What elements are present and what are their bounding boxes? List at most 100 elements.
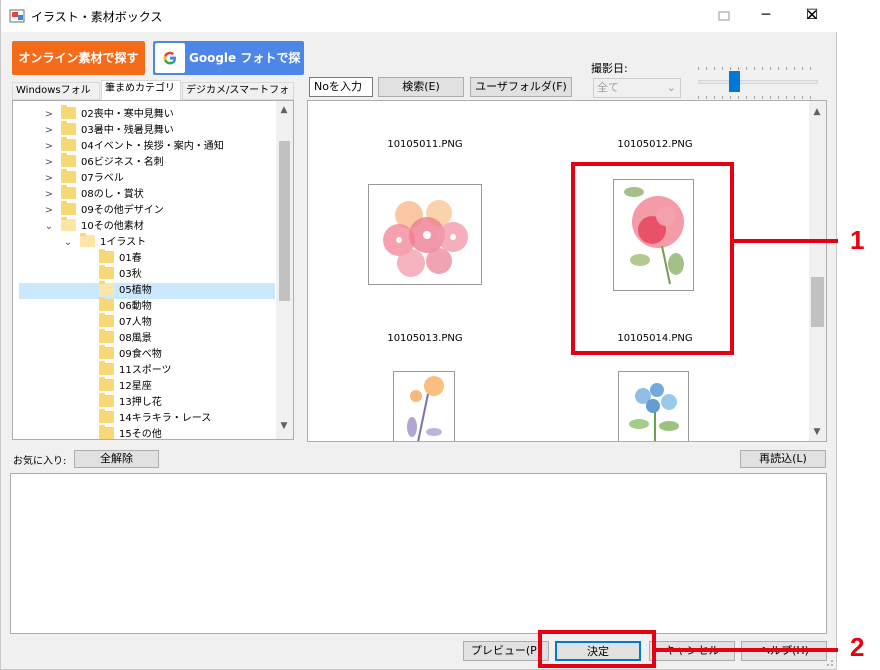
tree-item[interactable]: 03秋	[99, 265, 142, 283]
image-thumbnail[interactable]	[393, 371, 455, 441]
tree-item[interactable]: 15その他	[99, 425, 162, 439]
folder-icon	[99, 265, 114, 279]
tree-item[interactable]: 09食べ物	[99, 345, 162, 363]
tree-scroll-thumb[interactable]	[279, 141, 290, 301]
folder-icon	[61, 169, 76, 183]
date-select-value: 全て	[597, 81, 619, 94]
highlight-box-1	[571, 162, 734, 355]
app-icon	[9, 9, 25, 23]
scroll-down-icon[interactable]: ▼	[809, 427, 825, 437]
tree-item[interactable]: >07ラベル	[43, 169, 124, 187]
slider-ticks-top	[698, 67, 818, 70]
image-thumbnail[interactable]	[368, 184, 482, 285]
reload-button[interactable]: 再読込(L)	[740, 450, 826, 468]
highlight-box-2	[538, 630, 656, 668]
google-photos-button[interactable]: Google フォトで探す	[153, 41, 304, 99]
folder-icon	[99, 409, 114, 423]
tree-item[interactable]: 08風景	[99, 329, 152, 347]
callout-line-2	[656, 648, 838, 652]
window-title: イラスト・素材ボックス	[31, 10, 163, 24]
preview-button[interactable]: プレビュー(P)	[463, 641, 549, 661]
chevron-down-icon[interactable]: ⌄	[62, 235, 74, 251]
system-menu-icon[interactable]	[701, 0, 747, 32]
callout-number-1: 1	[850, 225, 865, 255]
tab-windows-folder[interactable]: Windowsフォルダ	[12, 82, 100, 112]
callout-line-1	[734, 239, 838, 243]
folder-icon	[99, 425, 114, 439]
tab-fudemame-category[interactable]: 筆まめカテゴリ	[101, 80, 181, 101]
image-filename: 10105013.PNG	[387, 333, 463, 344]
tree-item[interactable]: 14キラキラ・レース	[99, 409, 211, 427]
image-filename: 10105012.PNG	[617, 139, 693, 150]
image-filename: 10105011.PNG	[387, 139, 463, 150]
slider-ticks-bottom	[698, 96, 818, 99]
clear-all-button[interactable]: 全解除	[74, 450, 159, 468]
folder-open-icon	[61, 217, 76, 231]
size-slider-thumb[interactable]	[729, 71, 740, 92]
scroll-up-icon[interactable]: ▲	[809, 107, 825, 117]
search-button[interactable]: 検索(E)	[378, 77, 464, 97]
resize-grip-icon[interactable]	[824, 657, 834, 667]
date-label: 撮影日:	[591, 62, 628, 75]
folder-icon	[61, 153, 76, 167]
pink-flowers-image	[383, 200, 468, 277]
folder-icon	[99, 313, 114, 327]
chevron-right-icon[interactable]: >	[43, 187, 55, 203]
online-material-button[interactable]: オンライン素材で探す	[12, 41, 145, 75]
chevron-right-icon[interactable]: >	[43, 139, 55, 155]
chevron-down-icon[interactable]: ⌄	[43, 219, 55, 235]
chevron-right-icon[interactable]: >	[43, 107, 55, 123]
number-input[interactable]: Noを入力	[309, 77, 373, 97]
scroll-up-icon[interactable]: ▲	[276, 105, 292, 115]
chevron-down-icon: ⌄	[666, 81, 676, 94]
image-scrollbar[interactable]: ▲ ▼	[809, 101, 826, 441]
folder-icon	[99, 393, 114, 407]
orange-flower-image	[407, 376, 444, 441]
chevron-right-icon[interactable]: >	[43, 203, 55, 219]
scroll-down-icon[interactable]: ▼	[276, 421, 292, 431]
date-select[interactable]: 全て ⌄	[593, 78, 681, 98]
tree-item[interactable]: 07人物	[99, 313, 152, 331]
chevron-right-icon[interactable]: >	[43, 171, 55, 187]
tree-item[interactable]: >08のし・賞状	[43, 185, 144, 203]
tree-scrollbar[interactable]: ▲ ▼	[276, 101, 293, 439]
folder-icon	[61, 121, 76, 135]
tree-item[interactable]: 13押し花	[99, 393, 162, 411]
image-grid[interactable]: 10105011.PNG 10105012.PNG 10105013.PNG 1…	[307, 100, 827, 442]
google-logo-icon	[155, 43, 185, 73]
folder-icon	[61, 201, 76, 215]
folder-icon	[99, 345, 114, 359]
tree-item[interactable]: 01春	[99, 249, 142, 267]
image-thumbnail[interactable]	[618, 371, 689, 441]
tree-item[interactable]: >04イベント・挨拶・案内・通知	[43, 137, 224, 155]
favorites-area[interactable]	[10, 473, 827, 634]
favorites-label: お気に入り:	[13, 456, 67, 467]
folder-icon	[61, 185, 76, 199]
folder-icon	[61, 105, 76, 119]
minimize-button[interactable]: ─	[743, 0, 789, 32]
folder-icon	[61, 137, 76, 151]
tree-item[interactable]: ⌄ 10その他素材	[43, 217, 144, 235]
folder-open-icon	[99, 281, 114, 295]
title-bar[interactable]: イラスト・素材ボックス ─ ☐	[1, 0, 838, 32]
close-icon[interactable]: ✕	[792, 0, 832, 32]
folder-icon	[99, 249, 114, 263]
image-scroll-thumb[interactable]	[811, 277, 824, 327]
folder-icon	[99, 297, 114, 311]
size-slider[interactable]	[698, 80, 818, 84]
chevron-right-icon[interactable]: >	[43, 123, 55, 139]
chevron-right-icon[interactable]: >	[43, 155, 55, 171]
tree-item[interactable]: 12星座	[99, 377, 152, 395]
folder-icon	[99, 377, 114, 391]
blue-flowers-image	[629, 383, 679, 441]
callout-number-2: 2	[850, 632, 865, 662]
tree-item[interactable]: 06動物	[99, 297, 152, 315]
folder-icon	[99, 329, 114, 343]
tree-item-selected[interactable]: 05植物	[19, 281, 275, 299]
user-folder-button[interactable]: ユーザフォルダ(F)	[470, 77, 572, 97]
folder-open-icon	[80, 233, 95, 247]
folder-icon	[99, 361, 114, 375]
category-tree[interactable]: >02喪中・寒中見舞い >03暑中・残暑見舞い >04イベント・挨拶・案内・通知…	[12, 100, 294, 440]
tree-item[interactable]: 11スポーツ	[99, 361, 172, 379]
tab-camera-smartphone[interactable]: デジカメ/スマートフォン	[182, 82, 294, 112]
